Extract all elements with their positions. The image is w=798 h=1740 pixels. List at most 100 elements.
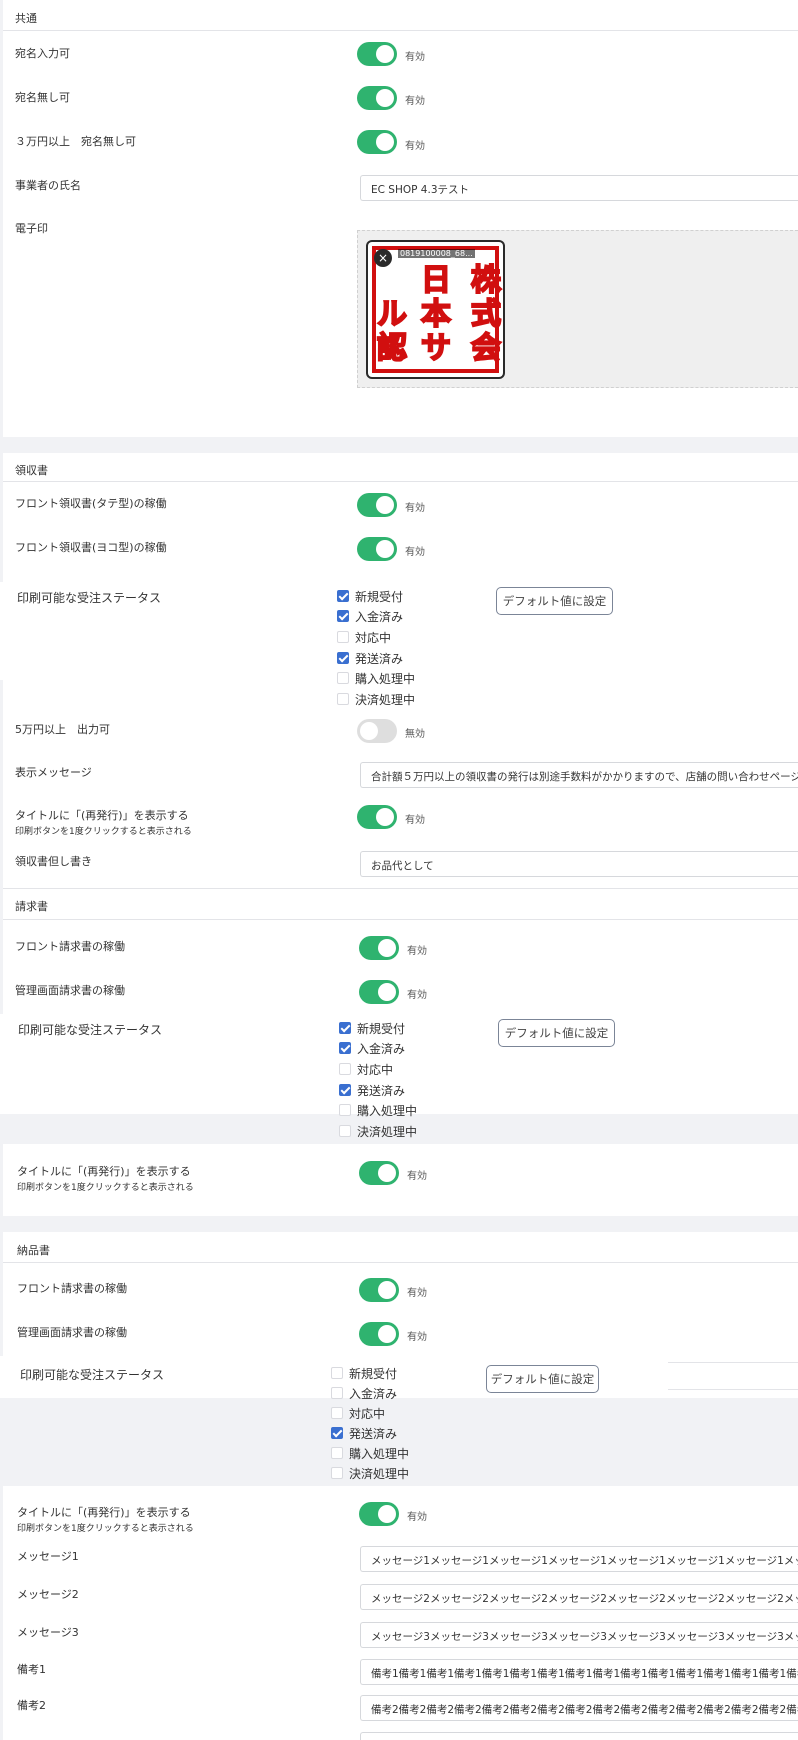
proviso-input[interactable]: お品代として	[360, 851, 798, 877]
no-recipient-state: 有効	[405, 96, 425, 107]
delivery-status-checkbox-4[interactable]	[331, 1447, 343, 1459]
invoice-status-checkbox-1[interactable]	[339, 1042, 351, 1054]
invoice-status-option-3: 発送済み	[357, 1084, 406, 1098]
delivery-reissue-label: タイトルに「(再発行)」を表示する	[17, 1506, 191, 1519]
delivery-section: 納品書 フロント請求書の稼働 有効 管理画面請求書の稼働 有効	[3, 1232, 798, 1356]
delivery-status-checkbox-5[interactable]	[331, 1467, 343, 1479]
front-landscape-label: フロント領収書(ヨコ型)の稼働	[15, 541, 167, 554]
delivery-front-toggle[interactable]	[359, 1278, 399, 1302]
delivery-status-option-1: 入金済み	[349, 1387, 398, 1401]
delivery-status-default-button[interactable]: デフォルト値に設定	[486, 1365, 599, 1393]
receipt-status-option-0: 新規受付	[355, 590, 404, 604]
over30k-no-recipient-state: 有効	[405, 141, 425, 152]
delivery-status-checkbox-0[interactable]	[331, 1367, 343, 1379]
invoice-status-option-2: 対応中	[357, 1063, 394, 1077]
common-section-title: 共通	[15, 12, 37, 25]
over50k-output-toggle[interactable]	[357, 719, 397, 743]
recipient-input-toggle[interactable]	[357, 42, 397, 66]
front-portrait-toggle[interactable]	[357, 493, 397, 517]
over30k-no-recipient-label: ３万円以上 宛名無し可	[15, 135, 136, 148]
delivery-front-state: 有効	[407, 1288, 427, 1299]
recipient-input-label: 宛名入力可	[15, 47, 70, 60]
delivery-reissue-toggle[interactable]	[359, 1502, 399, 1526]
message3-input[interactable]: メッセージ3メッセージ3メッセージ3メッセージ3メッセージ3メッセージ3メッセー…	[360, 1622, 798, 1648]
e-seal-remove-button[interactable]: ×	[374, 249, 392, 267]
front-landscape-state: 有効	[405, 547, 425, 558]
business-name-input[interactable]: EC SHOP 4.3テスト	[360, 175, 798, 201]
business-name-label: 事業者の氏名	[15, 179, 81, 192]
receipt-status-label: 印刷可能な受注ステータス	[17, 591, 162, 605]
delivery-status-checkbox-2[interactable]	[331, 1407, 343, 1419]
delivery-status-option-5: 決済処理中	[349, 1467, 410, 1481]
front-landscape-toggle[interactable]	[357, 537, 397, 561]
invoice-status-checkbox-4[interactable]	[339, 1104, 351, 1116]
invoice-reissue-toggle[interactable]	[359, 1161, 399, 1185]
delivery-status-option-0: 新規受付	[349, 1367, 398, 1381]
message3-label: メッセージ3	[17, 1626, 79, 1639]
svg-text:日: 日	[421, 263, 451, 298]
invoice-status-option-5: 決済処理中	[357, 1125, 418, 1139]
delivery-status-checkbox-1[interactable]	[331, 1387, 343, 1399]
receipt-reissue-note: 印刷ボタンを1度クリックすると表示される	[15, 827, 192, 837]
receipt-status-checkbox-4[interactable]	[337, 672, 349, 684]
svg-text:サ: サ	[421, 331, 451, 366]
invoice-admin-toggle[interactable]	[359, 980, 399, 1004]
invoice-section: 請求書 フロント請求書の稼働 有効 管理画面請求書の稼働 有効	[3, 888, 798, 1014]
svg-text:会: 会	[471, 331, 501, 366]
receipt-status-checkbox-5[interactable]	[337, 693, 349, 705]
delivery-status-checkbox-3[interactable]	[331, 1427, 343, 1439]
receipt-reissue-toggle[interactable]	[357, 805, 397, 829]
receipt-status-option-5: 決済処理中	[355, 693, 416, 707]
invoice-reissue-note: 印刷ボタンを1度クリックすると表示される	[17, 1183, 194, 1193]
proviso-label: 領収書但し書き	[15, 855, 92, 868]
receipt-status-checkbox-1[interactable]	[337, 610, 349, 622]
receipt-status-checkbox-3[interactable]	[337, 652, 349, 664]
receipt-section-header: 領収書	[3, 453, 798, 482]
invoice-front-toggle[interactable]	[359, 936, 399, 960]
front-portrait-state: 有効	[405, 503, 425, 514]
receipt-status-checkbox-2[interactable]	[337, 631, 349, 643]
invoice-status-checkbox-0[interactable]	[339, 1022, 351, 1034]
next-field-input[interactable]	[360, 1732, 798, 1740]
invoice-status-option-4: 購入処理中	[357, 1104, 418, 1118]
delivery-admin-label: 管理画面請求書の稼働	[17, 1326, 127, 1339]
invoice-front-label: フロント請求書の稼働	[15, 940, 125, 953]
delivery-section-header: 納品書	[3, 1232, 798, 1263]
message1-input[interactable]: メッセージ1メッセージ1メッセージ1メッセージ1メッセージ1メッセージ1メッセー…	[360, 1546, 798, 1572]
invoice-front-state: 有効	[407, 946, 427, 957]
invoice-admin-state: 有効	[407, 990, 427, 1001]
over30k-no-recipient-toggle[interactable]	[357, 130, 397, 154]
no-recipient-toggle[interactable]	[357, 86, 397, 110]
display-message-label: 表示メッセージ	[15, 766, 92, 779]
invoice-status-default-button[interactable]: デフォルト値に設定	[498, 1019, 615, 1047]
receipt-status-default-button[interactable]: デフォルト値に設定	[496, 587, 613, 615]
svg-text:本: 本	[421, 297, 451, 332]
over50k-output-label: 5万円以上 出力可	[15, 723, 110, 736]
common-section-header: 共通	[3, 0, 798, 31]
invoice-status-checkbox-3[interactable]	[339, 1084, 351, 1096]
over50k-output-state: 無効	[405, 729, 425, 740]
close-icon: ×	[377, 251, 389, 265]
delivery-section-lower: タイトルに「(再発行)」を表示する 印刷ボタンを1度クリックすると表示される 有…	[3, 1486, 798, 1740]
receipt-status-checkbox-0[interactable]	[337, 590, 349, 602]
delivery-front-label: フロント請求書の稼働	[17, 1282, 127, 1295]
note2-input[interactable]: 備考2備考2備考2備考2備考2備考2備考2備考2備考2備考2備考2備考2備考2備…	[360, 1695, 798, 1721]
invoice-reissue-label: タイトルに「(再発行)」を表示する	[17, 1165, 191, 1178]
delivery-admin-toggle[interactable]	[359, 1322, 399, 1346]
invoice-status-area: 印刷可能な受注ステータス 新規受付 入金済み 対応中 発送済み 購入処理中 決済…	[0, 1014, 798, 1144]
invoice-section-title: 請求書	[15, 900, 48, 913]
delivery-status-option-3: 発送済み	[349, 1427, 398, 1441]
note1-input[interactable]: 備考1備考1備考1備考1備考1備考1備考1備考1備考1備考1備考1備考1備考1備…	[360, 1659, 798, 1685]
svg-text:株: 株	[471, 263, 501, 298]
svg-text:ル: ル	[377, 297, 407, 332]
invoice-status-checkbox-2[interactable]	[339, 1063, 351, 1075]
delivery-reissue-note: 印刷ボタンを1度クリックすると表示される	[17, 1524, 194, 1534]
e-seal-file-name: 0819100008_68...	[398, 249, 475, 258]
invoice-status-checkbox-5[interactable]	[339, 1125, 351, 1137]
receipt-status-option-2: 対応中	[355, 631, 392, 645]
receipt-section-lower: 5万円以上 出力可 無効 表示メッセージ 合計額５万円以上の領収書の発行は別途手…	[3, 712, 798, 888]
display-message-input[interactable]: 合計額５万円以上の領収書の発行は別途手数料がかかりますので、店舗の問い合わせペー…	[360, 762, 798, 788]
receipt-status-option-3: 発送済み	[355, 652, 404, 666]
front-portrait-label: フロント領収書(タテ型)の稼働	[15, 497, 167, 510]
message2-input[interactable]: メッセージ2メッセージ2メッセージ2メッセージ2メッセージ2メッセージ2メッセー…	[360, 1584, 798, 1610]
